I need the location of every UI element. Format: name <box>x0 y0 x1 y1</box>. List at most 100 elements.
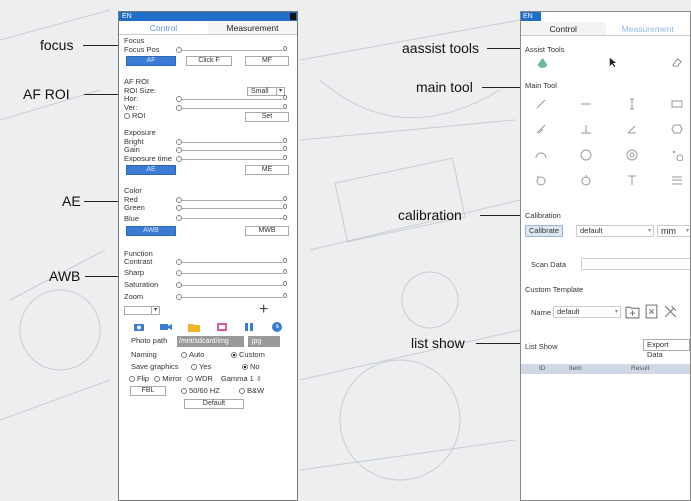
rectangle-icon[interactable] <box>671 98 683 110</box>
horizontal-line-icon[interactable] <box>580 98 592 110</box>
contrast-knob[interactable] <box>176 259 182 265</box>
focus-pos-slider[interactable] <box>176 49 283 51</box>
export-data-button[interactable]: Export Data <box>643 339 690 359</box>
naming-custom-option[interactable]: Custom <box>231 349 265 361</box>
blue-knob[interactable] <box>176 214 182 221</box>
text-icon[interactable] <box>626 174 638 186</box>
delete-template-icon[interactable] <box>644 304 659 319</box>
hz-option[interactable]: 50/60 HZ <box>181 385 220 397</box>
two-circle-icon[interactable] <box>580 174 592 186</box>
fbl-button[interactable]: FBL <box>130 385 166 396</box>
red-knob[interactable] <box>176 196 182 203</box>
circle-center-icon[interactable] <box>535 174 547 186</box>
circle-icon[interactable] <box>580 149 592 161</box>
photo-path-input[interactable]: /mnt/sdcard/img <box>177 335 244 347</box>
perpendicular-icon[interactable] <box>580 123 592 135</box>
gain-knob[interactable] <box>176 147 182 153</box>
results-table-body[interactable] <box>521 374 690 500</box>
arc-icon[interactable] <box>535 149 547 161</box>
unit-select[interactable]: mm ▾ <box>657 225 690 237</box>
wdr-radio[interactable] <box>186 375 193 382</box>
language-label[interactable]: EN <box>122 12 132 21</box>
naming-custom-radio[interactable] <box>231 351 237 358</box>
green-slider[interactable] <box>176 208 283 209</box>
saturation-slider[interactable] <box>176 284 283 286</box>
tab-measurement[interactable]: Measurement <box>208 21 297 34</box>
set-button[interactable]: Set <box>245 112 289 122</box>
line-icon[interactable] <box>535 98 547 110</box>
sharp-slider[interactable] <box>176 272 283 274</box>
angle2-icon[interactable] <box>626 123 638 135</box>
zoom-knob[interactable] <box>176 293 182 300</box>
mwb-button[interactable]: MWB <box>245 225 289 236</box>
focus-pos-knob[interactable] <box>176 46 182 53</box>
tab-control-right[interactable]: Control <box>521 22 606 35</box>
roi-radio[interactable] <box>124 113 130 120</box>
list-show-label: List Show <box>525 342 558 351</box>
exposure-time-slider[interactable] <box>176 158 283 160</box>
hor-knob[interactable] <box>176 96 182 102</box>
bw-option[interactable]: B&W <box>239 385 264 397</box>
tab-measurement-right[interactable]: Measurement <box>606 22 691 35</box>
camera-icon[interactable] <box>133 322 145 332</box>
clock-icon[interactable] <box>271 321 283 332</box>
pause-icon[interactable] <box>243 322 255 332</box>
click-f-button[interactable]: Click F <box>186 56 232 66</box>
ver-knob[interactable] <box>176 104 182 111</box>
color-picker-icon[interactable] <box>537 57 548 68</box>
folder-icon[interactable] <box>188 322 201 332</box>
bright-knob[interactable] <box>176 138 182 145</box>
blue-slider[interactable] <box>176 217 283 219</box>
save-yes-option[interactable]: Yes <box>191 361 211 373</box>
mf-button[interactable]: MF <box>245 56 289 66</box>
add-template-icon[interactable] <box>625 304 640 319</box>
zoom-slider[interactable] <box>176 296 283 298</box>
tab-control[interactable]: Control <box>119 21 208 34</box>
af-button[interactable]: AF <box>126 56 176 66</box>
parallel-lines-icon[interactable] <box>671 174 683 186</box>
red-slider[interactable] <box>176 199 283 201</box>
settings-tool-icon[interactable] <box>663 304 678 319</box>
hz-radio[interactable] <box>181 387 187 394</box>
format-select[interactable]: .jpg <box>248 335 280 347</box>
angle-icon[interactable] <box>535 123 547 135</box>
eraser-icon[interactable] <box>671 57 682 68</box>
gallery-icon[interactable] <box>216 322 228 332</box>
sharp-knob[interactable] <box>176 269 182 276</box>
close-icon[interactable] <box>290 13 296 20</box>
concentric-circle-icon[interactable] <box>626 149 638 161</box>
naming-auto-radio[interactable] <box>181 351 187 358</box>
bw-radio[interactable] <box>239 387 245 394</box>
exposure-time-knob[interactable] <box>176 155 182 162</box>
pointer-icon[interactable] <box>607 57 618 68</box>
save-yes-radio[interactable] <box>191 363 197 370</box>
crosshair-icon[interactable]: + <box>259 301 268 317</box>
save-no-radio[interactable] <box>242 363 248 370</box>
template-name-select[interactable]: default ▾ <box>553 306 621 318</box>
scan-data-input[interactable] <box>581 258 690 270</box>
gamma-stepper-icon[interactable]: ⇳ <box>256 376 262 383</box>
save-no-option[interactable]: No <box>242 361 260 373</box>
calibrate-select[interactable]: default ▾ <box>576 225 654 237</box>
zoom-select[interactable]: ▾ <box>124 305 160 315</box>
mirror-radio[interactable] <box>154 375 161 382</box>
contrast-slider[interactable] <box>176 262 283 263</box>
ae-button[interactable]: AE <box>126 165 176 175</box>
ver-slider[interactable] <box>176 107 283 109</box>
points-icon[interactable] <box>671 149 683 161</box>
vertical-line-icon[interactable] <box>626 98 638 110</box>
saturation-knob[interactable] <box>176 281 182 288</box>
bright-slider[interactable] <box>176 141 283 143</box>
green-knob[interactable] <box>176 205 182 211</box>
awb-button[interactable]: AWB <box>126 225 176 236</box>
hor-slider[interactable] <box>176 99 283 100</box>
gain-slider[interactable] <box>176 150 283 151</box>
video-icon[interactable] <box>160 322 173 332</box>
language-label-right[interactable]: EN <box>521 12 541 21</box>
flip-radio[interactable] <box>129 375 135 382</box>
me-button[interactable]: ME <box>245 165 289 175</box>
hexagon-icon[interactable] <box>671 123 683 135</box>
naming-auto-option[interactable]: Auto <box>181 349 204 361</box>
default-button[interactable]: Default <box>184 398 244 409</box>
calibrate-button[interactable]: Calibrate <box>525 225 564 237</box>
